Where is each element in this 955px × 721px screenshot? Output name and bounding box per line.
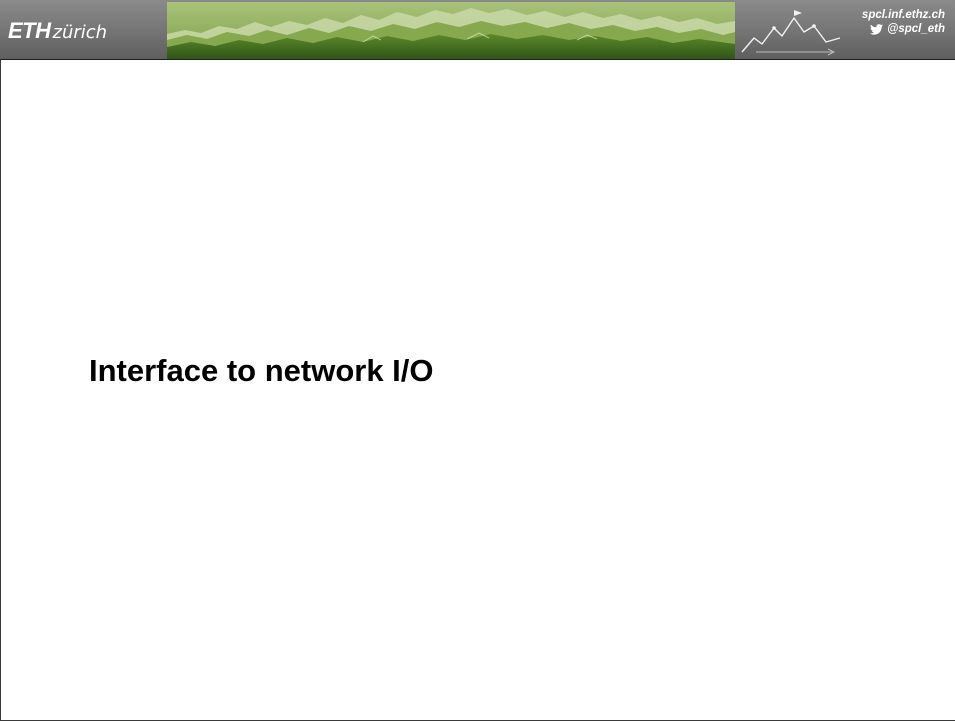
mountain-panorama-image [167, 2, 735, 59]
twitter-line: @spcl_eth [862, 22, 945, 36]
eth-logo-light: zürich [52, 22, 108, 43]
spcl-mountain-logo [741, 10, 841, 56]
twitter-handle-text: @spcl_eth [887, 23, 945, 35]
twitter-bird-icon [870, 23, 884, 35]
eth-zurich-logo: ETH zürich [8, 15, 107, 47]
website-text: spcl.inf.ethz.ch [861, 9, 945, 21]
slide: ETH zürich spcl.inf.ethz.ch @spcl_eth In… [0, 0, 955, 721]
slide-header: ETH zürich spcl.inf.ethz.ch @spcl_eth [0, 0, 955, 60]
eth-logo-bold: ETH [8, 18, 51, 43]
website-line: spcl.inf.ethz.ch [862, 8, 945, 22]
slide-body-frame [0, 60, 955, 721]
slide-title: Interface to network I/O [89, 353, 434, 388]
contact-info: spcl.inf.ethz.ch @spcl_eth [862, 8, 945, 36]
